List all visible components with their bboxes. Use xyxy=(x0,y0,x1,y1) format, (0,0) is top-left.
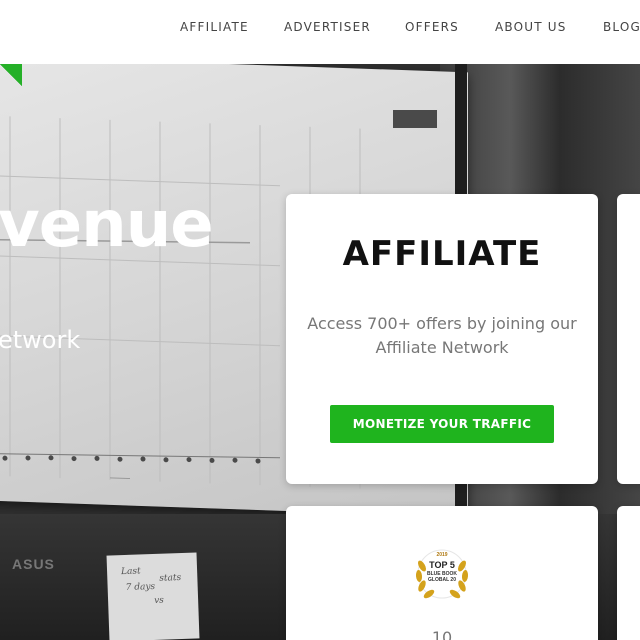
advertiser-card-partial xyxy=(617,194,640,484)
nav-link-affiliate[interactable]: AFFILIATE xyxy=(180,20,249,34)
sticky-note: Last 7 days vs stats xyxy=(106,552,200,640)
award-card: 2019 TOP 5 BLUE BOOK GLOBAL 20 10 xyxy=(286,506,598,640)
whiteboard-tag xyxy=(393,110,437,128)
nav-link-blog[interactable]: BLOG xyxy=(603,20,640,34)
hero-subtitle: etwork xyxy=(0,326,81,354)
sticky-note-line: 7 days xyxy=(125,581,156,593)
award-line: GLOBAL 20 xyxy=(428,577,456,583)
award-badge: 2019 TOP 5 BLUE BOOK GLOBAL 20 xyxy=(410,544,474,608)
affiliate-card: AFFILIATE Access 700+ offers by joining … xyxy=(286,194,598,484)
nav-link-advertiser[interactable]: ADVERTISER xyxy=(284,20,371,34)
card-partial-bottom-right xyxy=(617,506,640,640)
nav-link-about-us[interactable]: ABOUT US xyxy=(495,20,567,34)
green-corner-tab xyxy=(0,64,22,86)
nav-link-offers[interactable]: OFFERS xyxy=(405,20,459,34)
top-nav-bar: AFFILIATE ADVERTISER OFFERS ABOUT US BLO… xyxy=(0,0,640,64)
affiliate-card-title: AFFILIATE xyxy=(342,234,542,274)
sticky-note-line: stats xyxy=(159,573,182,584)
sticky-note-line: vs xyxy=(153,595,165,606)
main-nav: AFFILIATE ADVERTISER OFFERS ABOUT US BLO… xyxy=(0,20,640,40)
monetize-your-traffic-button[interactable]: MONETIZE YOUR TRAFFIC xyxy=(330,405,554,443)
sticky-note-line: Last xyxy=(120,566,141,578)
monitor-brand-logo: ASUS xyxy=(12,556,55,572)
affiliate-card-description: Access 700+ offers by joining our Affili… xyxy=(307,314,577,357)
hero-title: venue xyxy=(0,188,214,262)
award-top-label: TOP 5 xyxy=(429,560,455,570)
award-card-text: 10 xyxy=(431,628,453,640)
award-year: 2019 xyxy=(436,552,448,558)
